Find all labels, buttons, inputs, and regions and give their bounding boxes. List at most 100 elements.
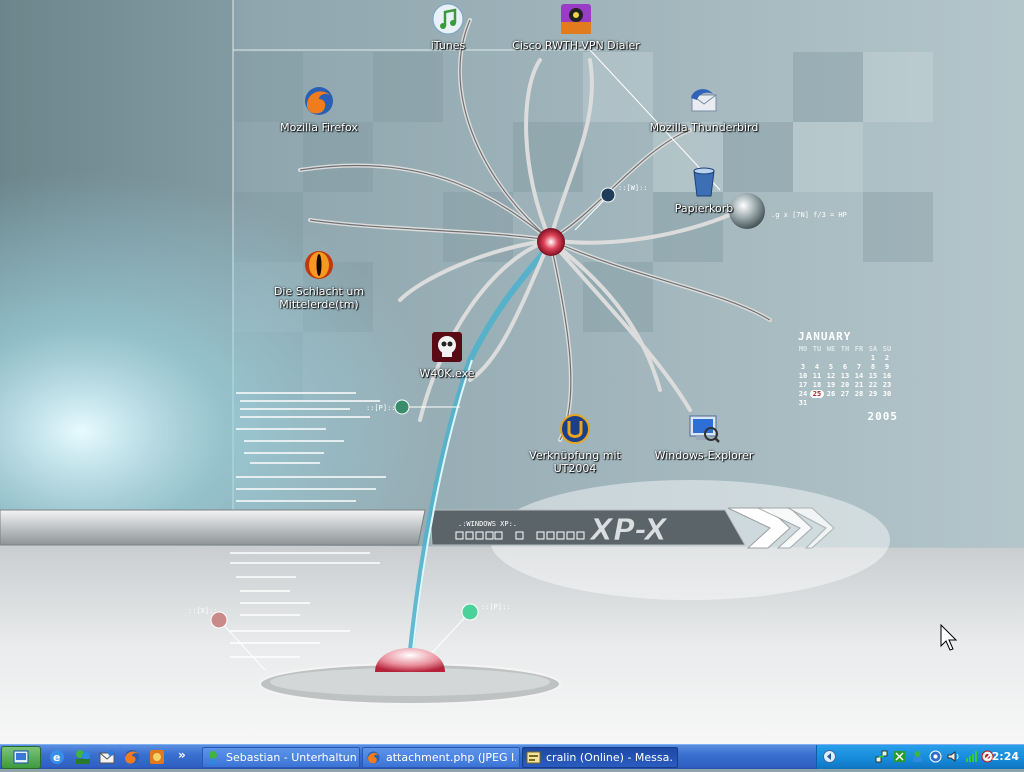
desktop-icon-label: W40K.exe bbox=[419, 367, 475, 380]
msn-messenger-icon[interactable] bbox=[74, 748, 92, 766]
calendar-day: 19 bbox=[826, 381, 836, 389]
calendar-day bbox=[866, 399, 880, 407]
firefox-icon bbox=[367, 751, 380, 764]
calendar-day bbox=[838, 399, 852, 407]
calendar-day: 23 bbox=[882, 381, 892, 389]
itunes-icon bbox=[432, 3, 464, 35]
banner-big: XP-X bbox=[588, 513, 669, 548]
calendar-day: 7 bbox=[856, 363, 862, 371]
desktop-icon-label: Cisco RWTH-VPN Dialer bbox=[512, 39, 640, 52]
calendar-day: 22 bbox=[868, 381, 878, 389]
calendar-weekday: TU bbox=[812, 345, 822, 353]
calendar-day: 2 bbox=[884, 354, 890, 362]
task-button-label: attachment.php (JPEG I... bbox=[386, 751, 516, 764]
calendar-day bbox=[880, 399, 894, 407]
antivirus-icon[interactable] bbox=[911, 750, 924, 763]
calendar-day: 6 bbox=[842, 363, 848, 371]
calendar-day: 17 bbox=[798, 381, 808, 389]
banner-small: .:WINDOWS XP:. bbox=[458, 520, 517, 528]
desktop-icon-label: Windows-Explorer bbox=[654, 449, 754, 462]
desktop-icon-label: Mozilla Firefox bbox=[280, 121, 358, 134]
messenger-tray-icon[interactable] bbox=[929, 750, 942, 763]
desktop-icon-label: Mozilla Thunderbird bbox=[649, 121, 759, 134]
calendar-day bbox=[852, 354, 866, 362]
calendar-day: 16 bbox=[882, 372, 892, 380]
msn-tray-icon[interactable] bbox=[893, 750, 906, 763]
calendar-grid: MO TU WE TH FR SA SU 1 2 3 4 5 6 7 8 9 10 11 12 13 14… bbox=[796, 345, 898, 407]
calendar-day: 21 bbox=[854, 381, 864, 389]
volume-icon[interactable] bbox=[947, 750, 960, 763]
calendar-day: 20 bbox=[840, 381, 850, 389]
calendar-day: 27 bbox=[840, 390, 850, 398]
task-button-sebastian[interactable]: Sebastian - Unterhaltung bbox=[202, 747, 360, 768]
show-desktop-icon bbox=[13, 750, 29, 764]
task-button-cralin[interactable]: cralin (Online) - Messa... bbox=[522, 747, 678, 768]
desktop-icon-label: Papierkorb bbox=[674, 202, 734, 215]
calendar-day: 1 bbox=[870, 354, 876, 362]
calendar-day: 4 bbox=[814, 363, 820, 371]
firefox-icon[interactable] bbox=[123, 748, 141, 766]
desktop-icon-firefox[interactable]: Mozilla Firefox bbox=[254, 84, 384, 134]
taskbar-clock[interactable]: 22:24 bbox=[984, 750, 1019, 763]
calendar-widget: JANUARY MO TU WE TH FR SA SU 1 2 3 4 5 6 7 8 9 10… bbox=[796, 330, 898, 423]
calendar-day: 28 bbox=[854, 390, 864, 398]
start-button[interactable] bbox=[1, 746, 41, 769]
calendar-day: 29 bbox=[868, 390, 878, 398]
calendar-day: 25 bbox=[810, 390, 824, 398]
desktop-icon-ut2004[interactable]: Verknüpfung mit UT2004 bbox=[510, 412, 640, 475]
calendar-day bbox=[810, 354, 824, 362]
task-button-attachment[interactable]: attachment.php (JPEG I... bbox=[362, 747, 520, 768]
calendar-year: 2005 bbox=[867, 410, 898, 423]
calendar-weekday: MO bbox=[798, 345, 808, 353]
calendar-day: 24 bbox=[798, 390, 808, 398]
quicklaunch-overflow[interactable]: » bbox=[178, 748, 186, 762]
calendar-day: 13 bbox=[840, 372, 850, 380]
messenger-window-icon bbox=[526, 751, 541, 764]
mouse-cursor-icon bbox=[940, 624, 958, 651]
desktop-icon-label: Verknüpfung mit UT2004 bbox=[529, 449, 621, 475]
desktop[interactable]: .:WINDOWS XP:. XP-X::[W]::::[P]::::[X… bbox=[0, 0, 1024, 744]
calendar-day: 12 bbox=[826, 372, 836, 380]
signal-icon[interactable] bbox=[965, 750, 978, 763]
desktop-icon-itunes[interactable]: iTunes bbox=[383, 2, 513, 52]
vpn-dialer-icon bbox=[561, 4, 591, 34]
windows-explorer-icon bbox=[689, 415, 720, 443]
skull-icon bbox=[432, 332, 462, 362]
calendar-day: 8 bbox=[870, 363, 876, 371]
desktop-icon-cisco-vpn[interactable]: Cisco RWTH-VPN Dialer bbox=[511, 2, 641, 52]
thunderbird-icon bbox=[691, 89, 717, 112]
network-icon[interactable] bbox=[875, 750, 888, 763]
calendar-weekday: TH bbox=[840, 345, 850, 353]
firefox-icon bbox=[305, 87, 333, 115]
desktop-icon-schlacht-um-mittelerde[interactable]: Die Schlacht um Mittelerde(tm) bbox=[254, 248, 384, 311]
unknown-app-icon[interactable] bbox=[148, 748, 166, 766]
calendar-day bbox=[824, 354, 838, 362]
calendar-day: 14 bbox=[854, 372, 864, 380]
unreal-tournament-icon bbox=[560, 414, 590, 444]
desktop-icon-thunderbird[interactable]: Mozilla Thunderbird bbox=[639, 84, 769, 134]
eye-of-sauron-icon bbox=[305, 251, 333, 279]
calendar-weekday: WE bbox=[826, 345, 836, 353]
tray-arrow-icon[interactable] bbox=[823, 750, 836, 763]
tag-p: ::[P]:: bbox=[366, 404, 396, 412]
calendar-day bbox=[852, 399, 866, 407]
desktop-icon-windows-explorer[interactable]: Windows-Explorer bbox=[639, 412, 769, 462]
formula-text: .g x [7N] f/3 = HP bbox=[771, 211, 847, 219]
outlook-express-icon[interactable] bbox=[98, 748, 116, 766]
desktop-icon-papierkorb[interactable]: Papierkorb bbox=[639, 165, 769, 215]
desktop-icon-w40k[interactable]: W40K.exe bbox=[382, 330, 512, 380]
calendar-day: 10 bbox=[798, 372, 808, 380]
calendar-month: JANUARY bbox=[798, 330, 852, 343]
calendar-weekday: SA bbox=[868, 345, 878, 353]
internet-explorer-icon[interactable]: e bbox=[48, 748, 66, 766]
calendar-day bbox=[796, 354, 810, 362]
msn-chat-icon bbox=[208, 751, 218, 764]
calendar-day bbox=[838, 354, 852, 362]
system-tray: 22:24 bbox=[816, 745, 1024, 769]
calendar-day: 26 bbox=[826, 390, 836, 398]
taskbar: e » Sebastian - Unterhaltung attachment.… bbox=[0, 744, 1024, 769]
calendar-day: 30 bbox=[882, 390, 892, 398]
calendar-day: 3 bbox=[800, 363, 806, 371]
calendar-day: 18 bbox=[812, 381, 822, 389]
calendar-weekday: SU bbox=[882, 345, 892, 353]
